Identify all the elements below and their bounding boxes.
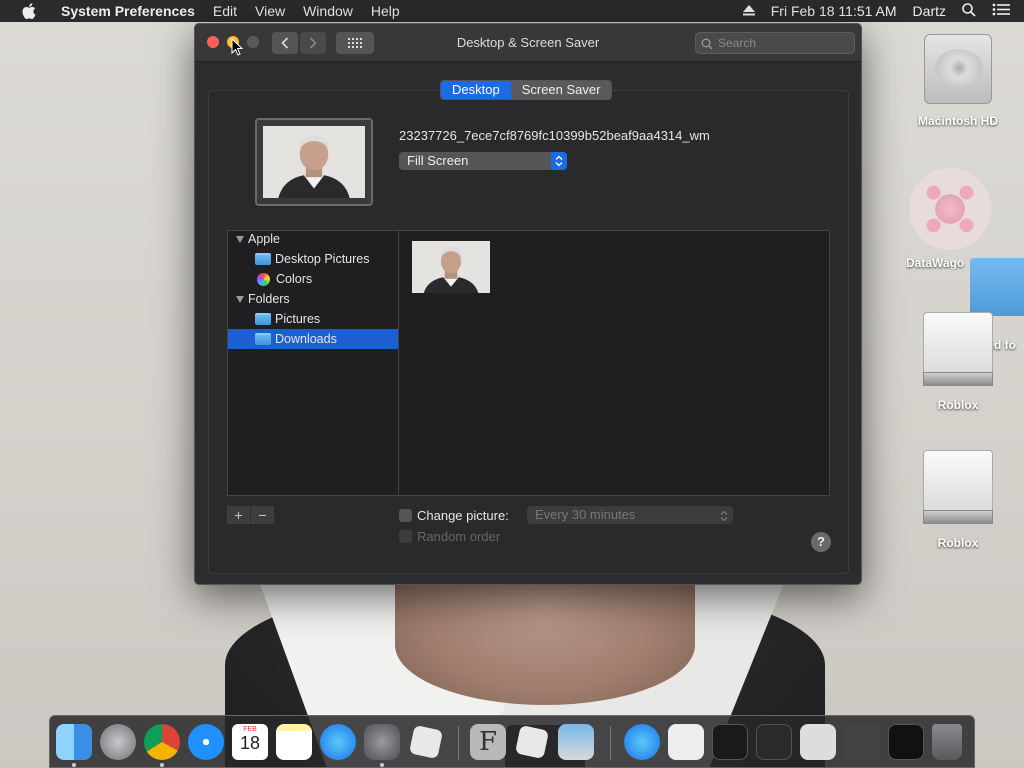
calendar-day: 18 bbox=[239, 733, 261, 753]
notification-center-icon[interactable] bbox=[984, 3, 1024, 19]
desktop-icon-label: Roblox bbox=[937, 398, 979, 412]
notes-icon[interactable] bbox=[276, 724, 312, 760]
title-bar[interactable]: Desktop & Screen Saver Search bbox=[195, 24, 861, 62]
color-wheel-icon bbox=[257, 272, 270, 286]
source-list: Apple Desktop Pictures Colors Folders Pi… bbox=[227, 230, 399, 496]
random-order-label: Random order bbox=[417, 529, 501, 544]
font-app-letter: F bbox=[478, 727, 498, 757]
folder-icon bbox=[255, 333, 271, 345]
menu-view[interactable]: View bbox=[246, 3, 294, 19]
desktop-icon-roblox-1[interactable]: Roblox bbox=[913, 312, 1003, 412]
app-store-icon[interactable] bbox=[320, 724, 356, 760]
current-wallpaper-preview bbox=[255, 118, 373, 206]
search-icon bbox=[701, 37, 713, 55]
sidebar-item-downloads[interactable]: Downloads bbox=[228, 329, 398, 349]
folder-icon bbox=[255, 253, 271, 265]
fit-option-select[interactable]: Fill Screen bbox=[399, 152, 567, 170]
sidebar-item-label: Colors bbox=[276, 272, 313, 286]
window-thumbnail-icon[interactable] bbox=[844, 724, 880, 760]
image-grid bbox=[399, 230, 830, 496]
menubar-user[interactable]: Dartz bbox=[905, 3, 954, 19]
interval-select[interactable]: Every 30 minutes bbox=[527, 506, 733, 524]
menu-bar: System Preferences Edit View Window Help… bbox=[0, 0, 1024, 22]
disk-image-icon bbox=[923, 450, 993, 526]
apple-menu-icon[interactable] bbox=[18, 0, 40, 22]
portrait-thumbnail-image bbox=[263, 126, 365, 198]
downloads-stack-icon[interactable] bbox=[624, 724, 660, 760]
desktop-icon-roblox-2[interactable]: Roblox bbox=[913, 450, 1003, 550]
sidebar-item-pictures[interactable]: Pictures bbox=[228, 309, 398, 329]
help-button[interactable]: ? bbox=[811, 532, 831, 552]
finder-icon[interactable] bbox=[56, 724, 92, 760]
change-picture-label: Change picture: bbox=[417, 508, 509, 523]
menu-app-name[interactable]: System Preferences bbox=[52, 3, 204, 19]
updown-chevron-icon bbox=[551, 152, 567, 170]
system-preferences-icon[interactable] bbox=[364, 724, 400, 760]
eject-icon[interactable] bbox=[735, 3, 763, 19]
calendar-icon[interactable]: FEB 18 bbox=[232, 724, 268, 760]
calendar-month: FEB bbox=[243, 726, 257, 733]
interval-value: Every 30 minutes bbox=[535, 507, 636, 522]
dock: FEB 18 F bbox=[49, 715, 975, 768]
random-order-checkbox[interactable] bbox=[399, 530, 412, 543]
disclosure-triangle-icon[interactable] bbox=[236, 235, 244, 243]
datawago-app-icon bbox=[909, 168, 991, 250]
remove-folder-button[interactable]: − bbox=[251, 506, 275, 524]
fit-option-value: Fill Screen bbox=[407, 153, 469, 168]
change-picture-checkbox[interactable] bbox=[399, 509, 412, 522]
disclosure-triangle-icon[interactable] bbox=[236, 295, 244, 303]
hard-drive-icon bbox=[924, 34, 992, 104]
sidebar-item-desktop-pictures[interactable]: Desktop Pictures bbox=[228, 249, 398, 269]
window-thumbnail-icon[interactable] bbox=[756, 724, 792, 760]
window-thumbnail-icon[interactable] bbox=[800, 724, 836, 760]
updown-chevron-icon bbox=[720, 509, 728, 527]
roblox-studio-icon[interactable] bbox=[514, 724, 550, 760]
folder-buttons: + − bbox=[227, 506, 275, 524]
launchpad-icon[interactable] bbox=[100, 724, 136, 760]
preferences-window: Desktop & Screen Saver Search Desktop Sc… bbox=[194, 23, 862, 585]
add-folder-button[interactable]: + bbox=[227, 506, 251, 524]
desktop-folder-icon[interactable] bbox=[970, 258, 1024, 316]
menubar-clock[interactable]: Fri Feb 18 11:51 AM bbox=[763, 3, 905, 19]
desktop-icon-macintosh-hd[interactable]: Macintosh HD bbox=[913, 34, 1003, 128]
safari-icon[interactable] bbox=[188, 724, 224, 760]
desktop-icon-label: DataWago bbox=[906, 256, 965, 270]
sidebar-group-label: Apple bbox=[248, 232, 280, 246]
window-thumbnail-icon[interactable] bbox=[888, 724, 924, 760]
roblox-icon[interactable] bbox=[408, 724, 444, 760]
tab-control: Desktop Screen Saver bbox=[440, 80, 613, 100]
menu-help[interactable]: Help bbox=[362, 3, 409, 19]
desktop-icon-label: Macintosh HD bbox=[917, 114, 998, 128]
mouse-cursor-icon bbox=[231, 38, 243, 56]
sidebar-item-colors[interactable]: Colors bbox=[228, 269, 398, 289]
desktop-icon-datawago[interactable]: DataWago bbox=[905, 168, 995, 270]
sidebar-group-folders[interactable]: Folders bbox=[228, 289, 398, 309]
trash-icon[interactable] bbox=[932, 724, 962, 760]
menu-window[interactable]: Window bbox=[294, 3, 362, 19]
image-thumbnail[interactable] bbox=[412, 241, 490, 293]
font-app-icon[interactable]: F bbox=[470, 724, 506, 760]
tab-screen-saver[interactable]: Screen Saver bbox=[510, 81, 612, 99]
document-stack-icon[interactable] bbox=[668, 724, 704, 760]
folder-icon bbox=[255, 313, 271, 325]
sidebar-item-label: Desktop Pictures bbox=[275, 252, 370, 266]
desktop-icon-label: Roblox bbox=[937, 536, 979, 550]
window-thumbnail-icon[interactable] bbox=[712, 724, 748, 760]
chrome-icon[interactable] bbox=[144, 724, 180, 760]
sidebar-group-label: Folders bbox=[248, 292, 290, 306]
menu-edit[interactable]: Edit bbox=[204, 3, 246, 19]
search-placeholder: Search bbox=[718, 36, 757, 50]
current-image-name: 23237726_7ece7cf8769fc10399b52beaf9aa431… bbox=[399, 128, 710, 143]
disk-image-icon bbox=[923, 312, 993, 388]
sidebar-item-label: Downloads bbox=[275, 332, 337, 346]
search-field[interactable]: Search bbox=[695, 32, 855, 54]
preview-icon[interactable] bbox=[558, 724, 594, 760]
spotlight-search-icon[interactable] bbox=[954, 2, 984, 20]
sidebar-item-label: Pictures bbox=[275, 312, 321, 326]
tab-desktop[interactable]: Desktop bbox=[441, 81, 511, 99]
sidebar-group-apple[interactable]: Apple bbox=[228, 229, 398, 249]
